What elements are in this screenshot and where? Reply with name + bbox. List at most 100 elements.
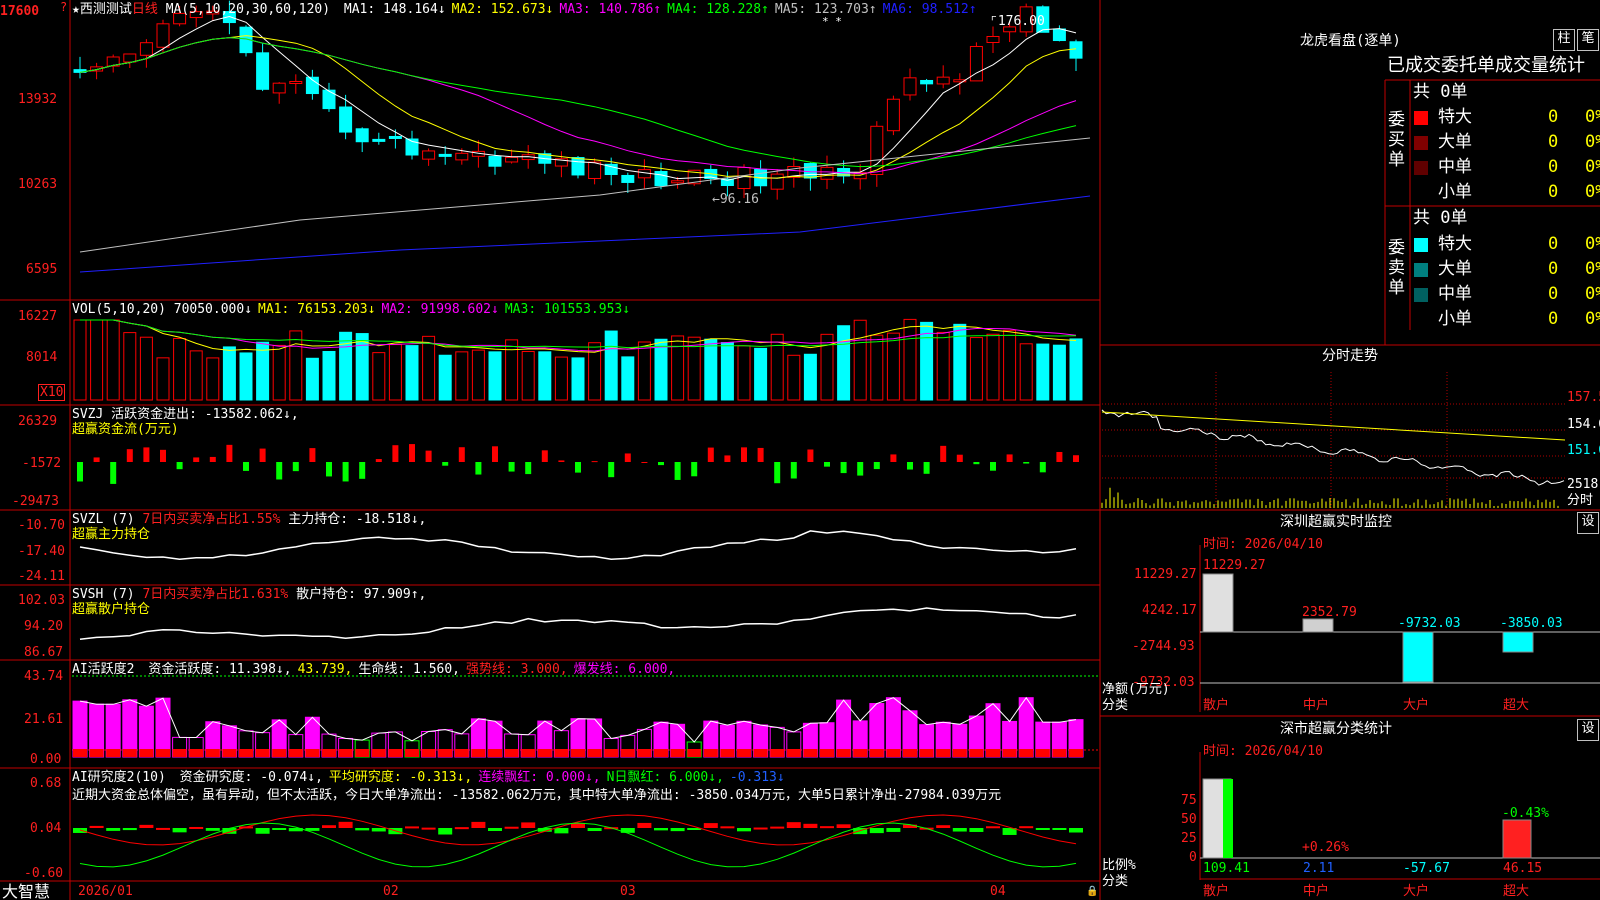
activity-base-bar bbox=[936, 749, 951, 757]
classify-tick-4: 0 bbox=[1189, 850, 1197, 865]
activity-bar bbox=[155, 697, 171, 758]
volume-bar bbox=[73, 319, 87, 401]
candle-down bbox=[339, 106, 353, 133]
order-color-swatch bbox=[1414, 161, 1428, 175]
order-color-swatch bbox=[1414, 288, 1428, 302]
tab-filled-orders[interactable]: 已成交委托单 bbox=[1387, 56, 1495, 76]
research-bar bbox=[471, 821, 486, 828]
research-bar bbox=[1052, 828, 1067, 830]
research-bar bbox=[936, 825, 951, 828]
bar-mode-button[interactable]: 柱 bbox=[1553, 29, 1575, 51]
volume-bar bbox=[388, 344, 402, 401]
ai-research-header: AI研究度2(10) 资金研究度: -0.074↓, 平均研究度: -0.313↓… bbox=[72, 770, 785, 785]
fund-flow-bar bbox=[259, 448, 266, 462]
activity-base-bar bbox=[338, 749, 353, 757]
candle-up bbox=[588, 161, 602, 179]
fund-flow-bar bbox=[226, 444, 233, 462]
volume-bar bbox=[505, 339, 519, 401]
pen-mode-button[interactable]: 笔 bbox=[1577, 29, 1599, 51]
volume-bar bbox=[803, 353, 817, 401]
svzj-header: SVZJ 活跃资金进出: -13582.062↓, bbox=[72, 407, 299, 422]
monitor-tick-3: -2744.93 bbox=[1132, 639, 1195, 654]
order-row-count: 0 bbox=[1548, 284, 1559, 304]
fund-flow-bar bbox=[575, 462, 581, 473]
svzj-subtitle: 超赢资金流(万元) bbox=[72, 422, 179, 437]
volume-bar bbox=[156, 357, 170, 401]
intraday-chart[interactable] bbox=[1101, 372, 1566, 508]
candle-up bbox=[289, 80, 303, 84]
frame-lines bbox=[0, 0, 1600, 900]
stock-name: 西测测试 bbox=[79, 2, 132, 17]
monitor-cat-2: 中户 bbox=[1303, 698, 1330, 713]
fund-flow-bar bbox=[309, 448, 316, 462]
research-bar bbox=[820, 826, 834, 829]
app-logo: 大智慧 bbox=[2, 882, 51, 900]
activity-base-bar bbox=[853, 749, 868, 757]
activity-base-bar bbox=[521, 749, 536, 757]
fund-flow-bar bbox=[990, 462, 996, 471]
candlestick-chart[interactable] bbox=[73, 0, 1091, 273]
classify-cat-4: 超大 bbox=[1503, 884, 1530, 899]
research-bar bbox=[571, 823, 585, 828]
ai2-items-item: 平均研究度: -0.313↓, bbox=[328, 770, 473, 785]
activity-base-bar bbox=[239, 749, 253, 757]
volume-bar bbox=[754, 347, 768, 401]
sell-total: 共 0单 bbox=[1413, 208, 1468, 228]
activity-base-bar bbox=[886, 749, 901, 757]
candle-up bbox=[737, 166, 751, 190]
fund-flow-bar bbox=[940, 445, 947, 462]
monitor-bar-value-3: -9732.03 bbox=[1398, 616, 1461, 631]
volume-chart[interactable] bbox=[73, 318, 1083, 401]
order-row-pct: 0% bbox=[1585, 284, 1600, 304]
volume-bar bbox=[222, 346, 236, 401]
main-holding-chart[interactable] bbox=[79, 530, 1077, 561]
activity-base-bar bbox=[537, 749, 552, 757]
order-row-pct: 0% bbox=[1585, 234, 1600, 254]
fund-flow-bar bbox=[458, 447, 465, 462]
research-bar bbox=[504, 826, 519, 829]
activity-base-bar bbox=[903, 749, 917, 757]
activity-bar bbox=[72, 700, 88, 758]
order-row-pct: 0% bbox=[1585, 132, 1600, 152]
monitor-settings-button[interactable]: 设 bbox=[1577, 512, 1599, 534]
activity-base-bar bbox=[753, 749, 768, 757]
research-bar bbox=[139, 824, 154, 828]
fund-flow-chart[interactable] bbox=[77, 444, 1079, 484]
research-bar bbox=[869, 828, 884, 834]
fund-flow-bar bbox=[292, 462, 299, 472]
fund-flow-bar bbox=[126, 449, 133, 462]
activity-base-bar bbox=[986, 749, 1000, 757]
retail-holding-chart[interactable] bbox=[79, 607, 1077, 640]
fund-flow-bar bbox=[790, 462, 797, 479]
date-label-jan: 2026/01 bbox=[78, 884, 133, 899]
ai-research-chart[interactable] bbox=[73, 814, 1083, 868]
fund-flow-bar bbox=[409, 444, 415, 462]
lock-icon[interactable]: 🔒 bbox=[1086, 884, 1098, 899]
research-bar bbox=[903, 824, 917, 828]
main-chart-canvas[interactable] bbox=[0, 0, 1600, 900]
ai2-tick-3: -0.60 bbox=[24, 866, 64, 881]
activity-base-bar bbox=[371, 749, 386, 757]
star-icon: ★ bbox=[72, 2, 80, 17]
classify-settings-button[interactable]: 设 bbox=[1577, 719, 1599, 741]
vol-unit-badge[interactable]: X10 bbox=[38, 384, 66, 401]
tab-volume-stats[interactable]: 成交量统计 bbox=[1495, 56, 1585, 76]
ai-activity-chart[interactable] bbox=[72, 675, 1098, 758]
volume-bar bbox=[770, 333, 784, 401]
research-bar bbox=[952, 828, 967, 832]
research-bar bbox=[1035, 828, 1050, 830]
activity-base-bar bbox=[620, 749, 635, 757]
fund-flow-bar bbox=[857, 462, 864, 476]
order-row-label: 小单 bbox=[1438, 309, 1472, 329]
monitor-bar-value-2: 2352.79 bbox=[1302, 605, 1357, 620]
vol-tick-1: 16227 bbox=[18, 309, 58, 324]
fund-flow-bar bbox=[674, 462, 681, 480]
fund-flow-bar bbox=[1073, 455, 1079, 462]
fund-flow-bar bbox=[176, 462, 183, 470]
ma-line bbox=[79, 37, 1077, 168]
fund-flow-bar bbox=[160, 449, 166, 462]
period-label[interactable]: 日线 bbox=[132, 2, 158, 17]
order-row-count: 0 bbox=[1548, 259, 1559, 279]
candle-down bbox=[803, 163, 817, 179]
date-label-feb: 02 bbox=[383, 884, 399, 899]
